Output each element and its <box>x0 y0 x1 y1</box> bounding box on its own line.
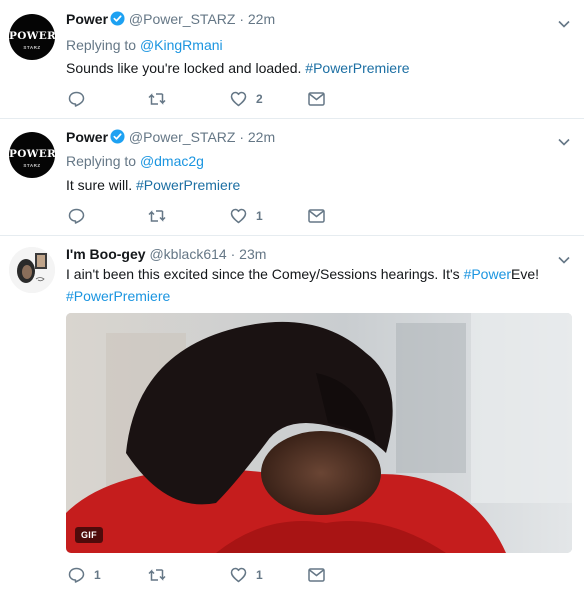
like-icon <box>230 567 247 583</box>
user-handle[interactable]: @kblack614 <box>149 246 226 262</box>
avatar[interactable]: POWER STARZ <box>9 132 55 178</box>
retweet-button[interactable] <box>148 207 175 225</box>
separator-dot: · <box>239 11 244 27</box>
reply-count: 1 <box>94 568 101 582</box>
direct-message-button[interactable] <box>308 207 325 225</box>
like-count: 1 <box>256 568 263 582</box>
direct-message-button[interactable] <box>308 566 325 584</box>
chevron-down-icon[interactable] <box>558 133 570 146</box>
reply-button[interactable] <box>68 207 94 225</box>
tweet-header: Power @Power_STARZ · 22m <box>66 128 275 148</box>
separator-dot: · <box>239 129 244 145</box>
direct-message-icon <box>308 209 325 223</box>
separator-dot: · <box>230 246 236 262</box>
tweet-text: I ain't been this excited since the Come… <box>66 263 570 307</box>
avatar[interactable]: POWER STARZ <box>9 14 55 60</box>
like-button[interactable]: 2 <box>230 90 263 108</box>
reply-button[interactable]: 1 <box>68 566 101 584</box>
verified-badge-icon <box>110 11 125 30</box>
tweet-text-content: Eve! <box>511 266 540 282</box>
retweet-button[interactable] <box>148 566 175 584</box>
like-count: 1 <box>256 209 263 223</box>
replying-to: Replying to @KingRmani <box>66 36 223 54</box>
direct-message-icon <box>308 92 325 106</box>
avatar-logo-subtext: STARZ <box>23 45 41 50</box>
display-name[interactable]: Power <box>66 129 108 145</box>
user-handle[interactable]: @Power_STARZ <box>129 129 236 145</box>
retweet-icon <box>148 568 166 582</box>
direct-message-button[interactable] <box>308 90 325 108</box>
user-handle[interactable]: @Power_STARZ <box>129 11 236 27</box>
replying-prefix: Replying to <box>66 37 140 53</box>
chevron-down-icon[interactable] <box>558 15 570 28</box>
tweet-header: Power @Power_STARZ · 22m <box>66 10 275 30</box>
tweet-text: Sounds like you're locked and loaded. #P… <box>66 57 570 79</box>
display-name[interactable]: I'm Boo-gey <box>66 246 146 262</box>
tweet-text-content: I ain't been this excited since the Come… <box>66 266 460 282</box>
like-button[interactable]: 1 <box>230 566 263 584</box>
like-icon <box>230 208 247 224</box>
display-name[interactable]: Power <box>66 11 108 27</box>
like-button[interactable]: 1 <box>230 207 263 225</box>
tweet-1[interactable]: POWER STARZ Power @Power_STARZ · 22m Rep… <box>0 0 584 119</box>
hashtag-link[interactable]: #Power <box>464 266 511 282</box>
gif-media[interactable]: GIF <box>66 313 572 553</box>
tweet-3[interactable]: I'm Boo-gey @kblack614 · 23m I ain't bee… <box>0 235 584 598</box>
retweet-icon <box>148 92 166 106</box>
avatar[interactable] <box>9 247 55 293</box>
direct-message-icon <box>308 568 325 582</box>
gif-badge: GIF <box>75 527 103 543</box>
reply-icon <box>68 91 85 107</box>
hashtag-link[interactable]: #PowerPremiere <box>305 60 409 76</box>
like-count: 2 <box>256 92 263 106</box>
tweet-text-content: Sounds like you're locked and loaded. <box>66 60 302 76</box>
avatar-logo-subtext: STARZ <box>23 163 41 168</box>
timestamp[interactable]: 22m <box>248 129 275 145</box>
avatar-logo-text: POWER <box>9 148 55 160</box>
replying-to-link[interactable]: @KingRmani <box>140 37 223 53</box>
reply-icon <box>68 567 85 583</box>
timestamp[interactable]: 23m <box>239 246 266 262</box>
like-icon <box>230 91 247 107</box>
replying-to-link[interactable]: @dmac2g <box>140 153 204 169</box>
tweet-header: I'm Boo-gey @kblack614 · 23m <box>66 245 266 263</box>
tweet-text-content: It sure will. <box>66 177 133 193</box>
hashtag-link[interactable]: #PowerPremiere <box>66 288 170 304</box>
tweet-text: It sure will. #PowerPremiere <box>66 174 570 196</box>
chevron-down-icon[interactable] <box>558 251 570 264</box>
retweet-icon <box>148 209 166 223</box>
replying-prefix: Replying to <box>66 153 140 169</box>
verified-badge-icon <box>110 129 125 148</box>
tweet-2[interactable]: POWER STARZ Power @Power_STARZ · 22m Rep… <box>0 118 584 236</box>
avatar-logo-text: POWER <box>9 30 55 42</box>
reply-icon <box>68 208 85 224</box>
gif-frame-image <box>66 313 572 553</box>
hashtag-link[interactable]: #PowerPremiere <box>136 177 240 193</box>
reply-button[interactable] <box>68 90 94 108</box>
replying-to: Replying to @dmac2g <box>66 152 204 170</box>
timestamp[interactable]: 22m <box>248 11 275 27</box>
retweet-button[interactable] <box>148 90 175 108</box>
